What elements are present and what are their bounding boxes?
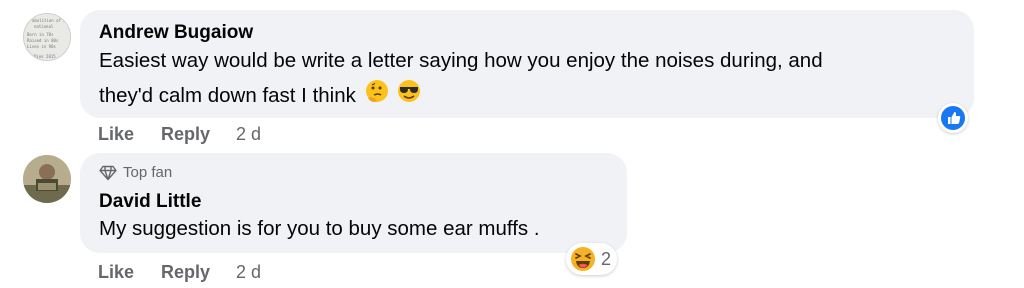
svg-text:abolition of a: abolition of a — [32, 18, 66, 23]
reply-button[interactable]: Reply — [161, 124, 210, 145]
like-reaction-icon — [941, 106, 965, 130]
svg-text:national: national — [34, 24, 54, 29]
like-button[interactable]: Like — [98, 124, 134, 145]
comment-text-line-2: they'd calm down fast I think — [99, 78, 422, 114]
comment-timestamp[interactable]: 2 d — [236, 262, 261, 283]
haha-reaction-icon — [571, 247, 595, 271]
top-fan-badge: Top fan — [99, 164, 172, 181]
reaction-count: 2 — [601, 248, 612, 269]
avatar[interactable]: abolition of a national Born in 70s Rais… — [23, 13, 71, 61]
comment-text-line: Easiest way would be write a letter sayi… — [99, 49, 823, 72]
svg-text:Dies 2015: Dies 2015 — [34, 54, 56, 59]
reaction-badge[interactable] — [938, 103, 968, 133]
like-button[interactable]: Like — [98, 262, 134, 283]
reaction-badge[interactable]: 2 — [566, 243, 618, 275]
svg-text:Raised in 80s: Raised in 80s — [27, 38, 59, 43]
avatar[interactable] — [23, 155, 71, 203]
avatar-image: abolition of a national Born in 70s Rais… — [27, 18, 66, 59]
avatar-image — [23, 155, 71, 203]
smiling-face-with-sunglasses-icon — [396, 78, 422, 114]
comment-text: they'd calm down fast I think — [99, 84, 356, 107]
diamond-icon — [99, 165, 117, 180]
svg-text:Lives in 90s: Lives in 90s — [27, 44, 56, 49]
comment-author[interactable]: David Little — [99, 191, 201, 213]
top-fan-label: Top fan — [123, 164, 173, 181]
comment-text: My suggestion is for you to buy some ear… — [99, 217, 540, 240]
thinking-face-icon — [364, 78, 390, 114]
comment-timestamp[interactable]: 2 d — [236, 124, 261, 145]
comment-author[interactable]: Andrew Bugaiow — [99, 22, 253, 44]
reply-button[interactable]: Reply — [161, 262, 210, 283]
svg-text:Born in 70s: Born in 70s — [27, 32, 54, 37]
